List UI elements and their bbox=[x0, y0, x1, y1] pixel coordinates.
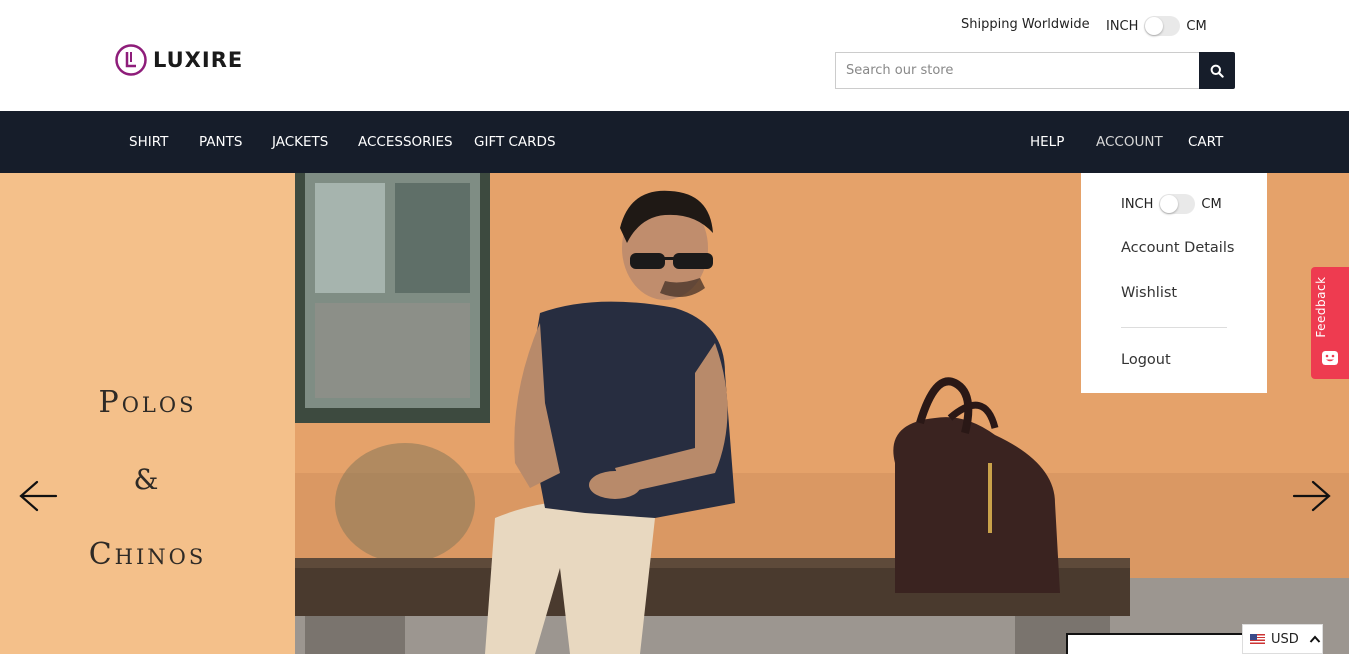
nav-help[interactable]: HELP bbox=[1030, 111, 1064, 173]
search-icon bbox=[1210, 64, 1224, 78]
hero-text-panel: Polos & Chinos bbox=[0, 173, 295, 654]
unit-cm-label: CM bbox=[1186, 18, 1207, 34]
unit-switch[interactable] bbox=[1159, 194, 1196, 214]
feedback-tab[interactable]: Feedback bbox=[1311, 267, 1349, 379]
shipping-worldwide-text: Shipping Worldwide bbox=[961, 17, 1090, 32]
hero-heading-polos: Polos bbox=[98, 385, 197, 420]
unit-cm-label: CM bbox=[1201, 196, 1222, 212]
nav-shirt[interactable]: SHIRT bbox=[129, 111, 168, 173]
wishlist-link[interactable]: Wishlist bbox=[1121, 285, 1177, 301]
search-button[interactable] bbox=[1199, 52, 1235, 89]
chevron-up-icon bbox=[1309, 635, 1321, 643]
logout-link[interactable]: Logout bbox=[1121, 352, 1171, 368]
account-dropdown: INCH CM Account Details Wishlist Logout bbox=[1081, 173, 1267, 393]
smiley-icon bbox=[1322, 351, 1338, 365]
nav-gift-cards[interactable]: GIFT CARDS bbox=[474, 111, 556, 173]
account-details-link[interactable]: Account Details bbox=[1121, 240, 1234, 256]
unit-toggle-dropdown: INCH CM bbox=[1121, 194, 1222, 214]
unit-inch-label: INCH bbox=[1106, 18, 1139, 34]
unit-inch-label: INCH bbox=[1121, 196, 1154, 212]
search-placeholder: Search our store bbox=[846, 63, 954, 78]
arrow-right-icon[interactable] bbox=[1290, 478, 1334, 514]
nav-cart[interactable]: CART bbox=[1188, 111, 1223, 173]
hero-heading-chinos: Chinos bbox=[88, 537, 207, 572]
dropdown-divider bbox=[1121, 327, 1227, 328]
main-nav: SHIRT PANTS JACKETS ACCESSORIES GIFT CAR… bbox=[0, 111, 1349, 173]
feedback-label: Feedback bbox=[1314, 276, 1328, 338]
nav-pants[interactable]: PANTS bbox=[199, 111, 242, 173]
unit-switch[interactable] bbox=[1144, 16, 1181, 36]
nav-account[interactable]: ACCOUNT bbox=[1096, 111, 1163, 173]
arrow-left-icon[interactable] bbox=[16, 478, 60, 514]
logo-icon bbox=[115, 44, 147, 76]
nav-accessories[interactable]: ACCESSORIES bbox=[358, 111, 453, 173]
us-flag-icon bbox=[1250, 634, 1265, 644]
luxire-logo[interactable]: LUXIRE bbox=[115, 44, 243, 76]
switch-knob bbox=[1145, 17, 1164, 35]
nav-jackets[interactable]: JACKETS bbox=[272, 111, 328, 173]
unit-toggle-header: INCH CM bbox=[1106, 16, 1207, 36]
currency-code: USD bbox=[1271, 631, 1299, 647]
site-header: LUXIRE Shipping Worldwide INCH CM Search… bbox=[0, 0, 1349, 111]
currency-selector[interactable]: USD bbox=[1242, 624, 1323, 654]
search-input[interactable]: Search our store bbox=[835, 52, 1200, 89]
switch-knob bbox=[1160, 195, 1179, 213]
logo-text: LUXIRE bbox=[153, 48, 244, 72]
chat-widget[interactable] bbox=[1066, 633, 1246, 654]
